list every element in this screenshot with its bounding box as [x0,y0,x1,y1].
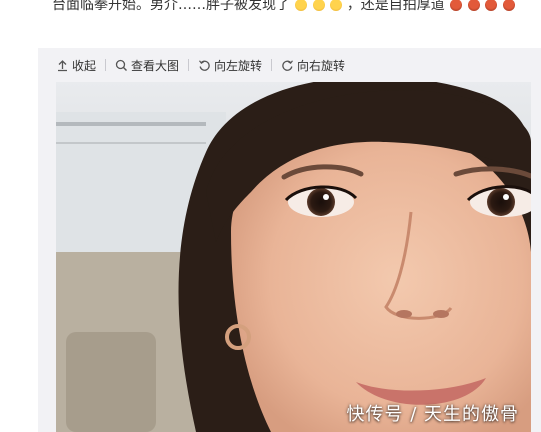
rotate-right-button[interactable]: 向右旋转 [281,55,345,75]
red-emoji-icon [450,0,463,11]
divider [188,59,190,71]
watermark-text: 快传号 / 天生的傲骨 [346,404,519,425]
laugh-emoji-icon [330,0,343,11]
divider [105,59,107,71]
rotate-left-button[interactable]: 向左旋转 [198,55,262,75]
rotate-right-icon [281,59,294,72]
rotate-right-label: 向右旋转 [297,58,346,73]
post-text: 台面临拳开始。男介……胖子被发现了 [52,0,290,13]
collapse-icon [56,59,69,72]
view-large-button[interactable]: 查看大图 [115,55,179,75]
photo-illustration [56,82,531,432]
view-large-label: 查看大图 [131,58,180,73]
red-emoji-icon [485,0,498,11]
post-text-suffix: ，还是自拍厚道 [346,0,445,13]
post-text-line: 台面临拳开始。男介……胖子被发现了 ，还是自拍厚道 [52,0,541,16]
red-emoji-icon [502,0,515,11]
selfie-photo[interactable]: 快传号 / 天生的傲骨 [56,82,531,432]
image-toolbar: 收起 查看大图 向左旋转 向右旋转 [38,48,541,82]
search-icon [115,59,128,72]
laugh-emoji-icon [312,0,325,11]
divider [271,59,273,71]
rotate-left-icon [198,59,211,72]
laugh-emoji-icon [295,0,308,11]
rotate-left-label: 向左旋转 [214,58,263,73]
collapse-button[interactable]: 收起 [56,55,96,75]
collapse-label: 收起 [72,58,97,73]
red-emoji-icon [467,0,480,11]
